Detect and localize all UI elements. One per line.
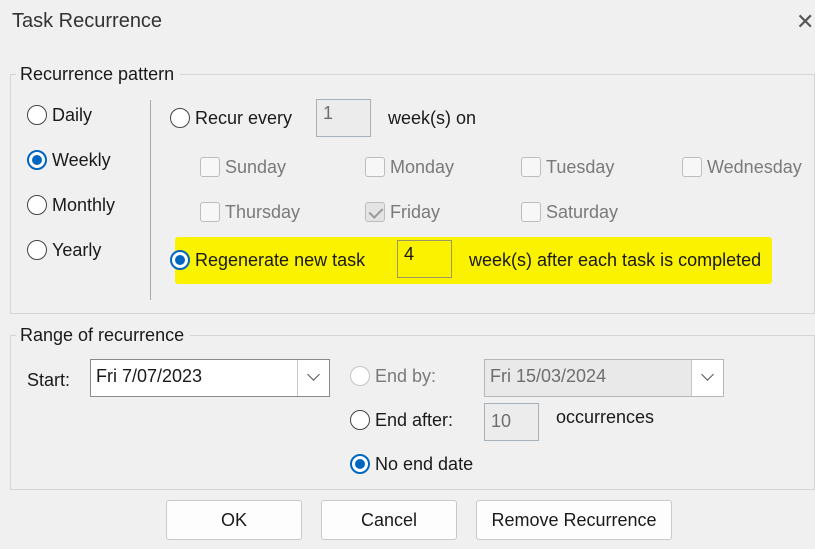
sunday-checkbox[interactable] (200, 157, 220, 177)
recur-every-radio[interactable] (170, 108, 190, 128)
start-date-combo[interactable]: Fri 7/07/2023 (90, 359, 330, 397)
yearly-radio[interactable] (27, 240, 47, 260)
chevron-down-icon (307, 368, 320, 381)
weekly-radio[interactable] (27, 150, 47, 170)
regenerate-weeks-input[interactable]: 4 (397, 240, 452, 278)
wednesday-label[interactable]: Wednesday (707, 157, 802, 178)
monday-label[interactable]: Monday (390, 157, 454, 178)
chevron-down-icon (701, 368, 714, 381)
monthly-radio[interactable] (27, 195, 47, 215)
range-legend: Range of recurrence (16, 325, 191, 346)
tuesday-label[interactable]: Tuesday (546, 157, 614, 178)
thursday-label[interactable]: Thursday (225, 202, 300, 223)
ok-button[interactable]: OK (166, 500, 302, 540)
daily-radio[interactable] (27, 105, 47, 125)
close-icon[interactable]: ✕ (796, 8, 815, 36)
end-by-label[interactable]: End by: (375, 366, 436, 387)
no-end-date-label[interactable]: No end date (375, 454, 473, 475)
yearly-label[interactable]: Yearly (52, 240, 101, 261)
monday-checkbox[interactable] (365, 157, 385, 177)
regenerate-radio[interactable] (170, 250, 190, 270)
recur-every-label[interactable]: Recur every (195, 108, 292, 129)
start-date-dropdown[interactable] (297, 360, 329, 396)
sunday-label[interactable]: Sunday (225, 157, 286, 178)
end-after-suffix: occurrences (556, 407, 655, 427)
friday-label[interactable]: Friday (390, 202, 440, 223)
window-title: Task Recurrence (12, 10, 163, 32)
start-date-value: Fri 7/07/2023 (96, 366, 203, 386)
pattern-divider (150, 100, 151, 300)
start-label: Start: (27, 370, 71, 390)
recur-every-suffix: week(s) on (388, 108, 477, 128)
no-end-date-radio[interactable] (350, 454, 370, 474)
daily-label[interactable]: Daily (52, 105, 92, 126)
cancel-button[interactable]: Cancel (321, 500, 457, 540)
weekly-label[interactable]: Weekly (52, 150, 111, 171)
saturday-checkbox[interactable] (521, 202, 541, 222)
end-after-label[interactable]: End after: (375, 410, 453, 431)
saturday-label[interactable]: Saturday (546, 202, 618, 223)
remove-recurrence-button[interactable]: Remove Recurrence (476, 500, 672, 540)
recurrence-pattern-legend: Recurrence pattern (16, 64, 181, 85)
monthly-label[interactable]: Monthly (52, 195, 115, 216)
tuesday-checkbox[interactable] (521, 157, 541, 177)
regenerate-label[interactable]: Regenerate new task (195, 250, 365, 271)
end-after-input[interactable]: 10 (484, 403, 539, 441)
recur-every-input[interactable]: 1 (316, 99, 371, 137)
end-after-radio[interactable] (350, 410, 370, 430)
end-by-combo[interactable]: Fri 15/03/2024 (484, 359, 724, 397)
friday-checkbox[interactable] (365, 202, 385, 222)
regenerate-suffix: week(s) after each task is completed (469, 250, 762, 270)
end-by-dropdown[interactable] (691, 360, 723, 396)
wednesday-checkbox[interactable] (682, 157, 702, 177)
end-by-value: Fri 15/03/2024 (490, 366, 607, 386)
end-by-radio[interactable] (350, 366, 370, 386)
thursday-checkbox[interactable] (200, 202, 220, 222)
